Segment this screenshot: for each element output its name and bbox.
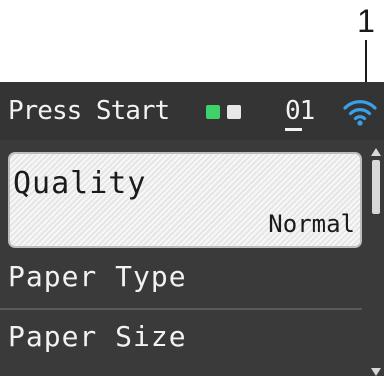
menu-item-label: Quality bbox=[13, 166, 147, 201]
menu-item-quality[interactable]: Quality Normal bbox=[8, 152, 362, 248]
menu-item-label: Paper Size bbox=[8, 320, 187, 353]
scrollbar[interactable] bbox=[368, 148, 384, 376]
copies-counter: 01 bbox=[285, 96, 315, 126]
color-indicator-icon bbox=[206, 105, 220, 119]
menu-item-value: Normal bbox=[268, 210, 355, 238]
lcd-screen: Press Start 01 Quality Normal Paper Type… bbox=[0, 82, 384, 376]
callout-number: 1 bbox=[357, 3, 375, 39]
wifi-icon[interactable] bbox=[342, 94, 378, 128]
scroll-thumb[interactable] bbox=[372, 160, 380, 214]
scroll-up-icon[interactable] bbox=[371, 148, 381, 156]
menu-item-label: Paper Type bbox=[8, 260, 187, 293]
scroll-down-icon[interactable] bbox=[371, 368, 381, 376]
menu-item-paper-type[interactable]: Paper Type bbox=[0, 250, 362, 308]
status-bar: Press Start 01 bbox=[0, 82, 384, 140]
menu-item-paper-size[interactable]: Paper Size bbox=[0, 310, 362, 368]
copies-cursor bbox=[285, 128, 302, 131]
callout-line bbox=[365, 40, 367, 84]
mono-indicator-icon bbox=[227, 105, 241, 119]
status-title: Press Start bbox=[8, 96, 170, 126]
